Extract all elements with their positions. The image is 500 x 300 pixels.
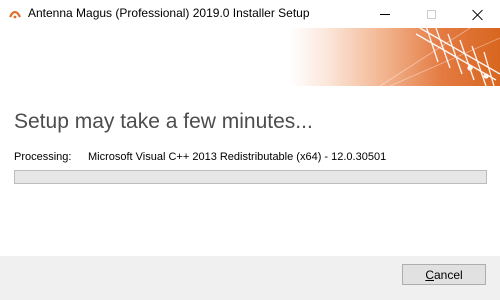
window-title: Antenna Magus (Professional) 2019.0 Inst… (28, 6, 310, 20)
close-icon (472, 9, 483, 20)
processing-item: Microsoft Visual C++ 2013 Redistributabl… (88, 151, 387, 163)
cancel-button[interactable]: Cancel (402, 264, 486, 285)
page-heading: Setup may take a few minutes... (14, 110, 313, 133)
minimize-icon (380, 13, 390, 15)
minimize-button[interactable] (362, 0, 408, 28)
maximize-button[interactable] (408, 0, 454, 28)
cancel-label: ancel (433, 267, 463, 282)
installer-window: Antenna Magus (Professional) 2019.0 Inst… (0, 0, 500, 300)
header-banner (290, 28, 500, 86)
processing-label: Processing: (14, 151, 72, 163)
progress-bar (14, 170, 487, 184)
close-button[interactable] (454, 0, 500, 28)
antenna-magus-icon (9, 10, 21, 19)
cancel-mnemonic: C (425, 267, 434, 282)
title-bar[interactable]: Antenna Magus (Professional) 2019.0 Inst… (0, 0, 500, 28)
maximize-icon (426, 9, 436, 19)
antenna-banner-graphic (379, 28, 500, 86)
